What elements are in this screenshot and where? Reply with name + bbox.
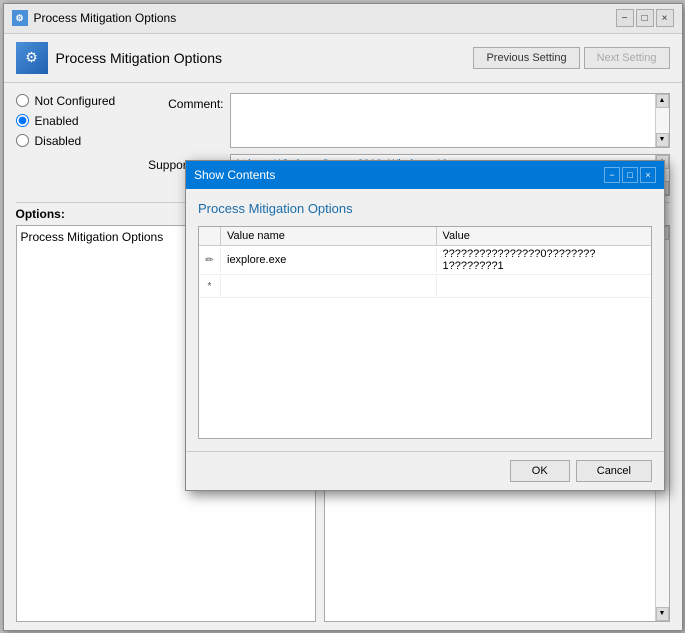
options-section-label: Options: [16, 207, 65, 221]
header-area: ⚙ Process Mitigation Options Previous Se… [4, 34, 682, 83]
dialog-content: Process Mitigation Options Value name Va… [186, 189, 664, 451]
col-icon-header [199, 227, 221, 245]
enabled-label: Enabled [35, 114, 79, 128]
dialog-footer: OK Cancel [186, 451, 664, 490]
settings-icon: ⚙ [12, 10, 28, 26]
header-buttons: Previous Setting Next Setting [473, 47, 669, 69]
comment-label: Comment: [144, 93, 224, 111]
dialog-title-bar: Show Contents − □ × [186, 161, 664, 189]
disabled-option[interactable]: Disabled [16, 133, 136, 149]
maximize-button[interactable]: □ [636, 9, 654, 27]
show-contents-dialog: Show Contents − □ × Process Mitigation O… [185, 160, 665, 491]
disabled-radio[interactable] [16, 134, 29, 147]
title-bar-left: ⚙ Process Mitigation Options [12, 10, 177, 26]
comment-field-wrapper: ▲ ▼ [230, 93, 670, 148]
dialog-maximize-btn[interactable]: □ [622, 167, 638, 183]
dialog-title-controls: − □ × [604, 167, 656, 183]
title-controls: − □ × [616, 9, 674, 27]
minimize-button[interactable]: − [616, 9, 634, 27]
header-icon: ⚙ [16, 42, 48, 74]
ok-button[interactable]: OK [510, 460, 570, 482]
comment-scroll-track [656, 108, 669, 133]
next-setting-button[interactable]: Next Setting [584, 47, 670, 69]
row1-value: ????????????????0????????1????????1 [437, 246, 652, 274]
col-name-header: Value name [221, 227, 437, 245]
row2-name [221, 275, 437, 297]
not-configured-option[interactable]: Not Configured [16, 93, 136, 109]
table-row-1[interactable]: ✏ iexplore.exe ????????????????0????????… [199, 246, 651, 275]
dialog-subtitle: Process Mitigation Options [198, 201, 652, 216]
enabled-radio[interactable] [16, 114, 29, 127]
enabled-option[interactable]: Enabled [16, 113, 136, 129]
title-bar: ⚙ Process Mitigation Options − □ × [4, 4, 682, 34]
dialog-minimize-btn[interactable]: − [604, 167, 620, 183]
table-row-2[interactable]: * [199, 275, 651, 298]
row2-value [437, 275, 652, 297]
header-title-section: ⚙ Process Mitigation Options [16, 42, 223, 74]
not-configured-radio[interactable] [16, 94, 29, 107]
col-value-header: Value [437, 227, 652, 245]
disabled-label: Disabled [35, 134, 82, 148]
header-title: Process Mitigation Options [56, 50, 223, 66]
dialog-table-area: Value name Value ✏ iexplore.exe ????????… [198, 226, 652, 439]
table-header-row: Value name Value [199, 227, 651, 246]
cancel-button[interactable]: Cancel [576, 460, 652, 482]
comment-scroll-up[interactable]: ▲ [656, 94, 669, 108]
window-title: Process Mitigation Options [34, 11, 177, 25]
radio-group: Not Configured Enabled Disabled [16, 93, 136, 196]
dialog-title-text: Show Contents [194, 168, 275, 182]
comment-scrollbar[interactable]: ▲ ▼ [655, 94, 669, 147]
row2-icon: * [199, 275, 221, 297]
comment-scroll-down[interactable]: ▼ [656, 133, 669, 147]
row1-name: iexplore.exe [221, 249, 437, 271]
comment-row: Comment: ▲ ▼ [144, 93, 670, 148]
previous-setting-button[interactable]: Previous Setting [473, 47, 579, 69]
help-scroll-down[interactable]: ▼ [656, 607, 669, 621]
dialog-close-btn[interactable]: × [640, 167, 656, 183]
table-empty-space [199, 298, 651, 438]
close-window-button[interactable]: × [656, 9, 674, 27]
row1-icon: ✏ [199, 249, 221, 271]
not-configured-label: Not Configured [35, 94, 116, 108]
comment-text-inner [231, 94, 655, 147]
